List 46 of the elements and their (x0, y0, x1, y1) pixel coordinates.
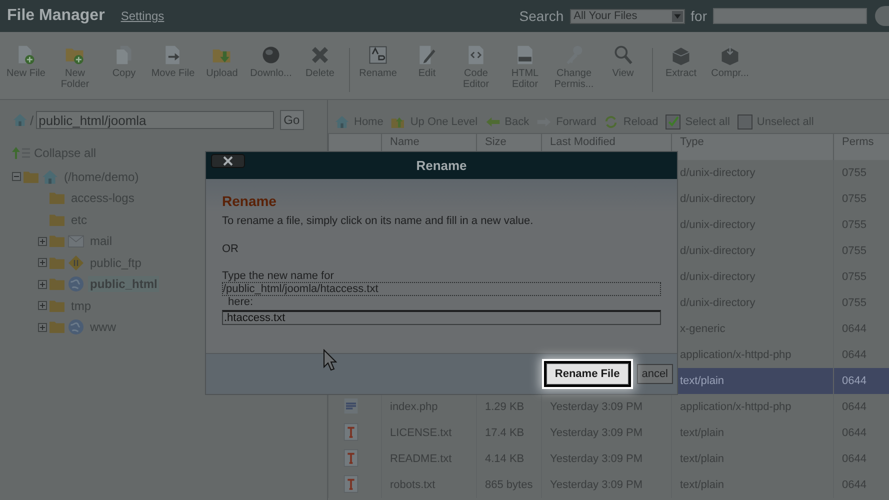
path-field[interactable]: public_html/joomla (36, 111, 274, 129)
close-button[interactable] (211, 154, 245, 168)
here-label: here: (227, 296, 254, 308)
file-perms: 0644 (842, 375, 866, 387)
close-icon (223, 156, 233, 166)
minus-box-icon[interactable] (12, 172, 21, 182)
plus-box-icon[interactable] (38, 301, 47, 310)
text-file-icon (341, 474, 361, 494)
path-separator: / (30, 112, 34, 128)
text-file-icon (341, 448, 361, 468)
house-icon (334, 114, 350, 130)
diamond-icon (67, 254, 85, 272)
search-label: Search (519, 8, 564, 24)
house-icon (12, 112, 28, 128)
or-text: OR (222, 243, 240, 255)
globe-icon (67, 318, 85, 336)
plus-box-icon[interactable] (38, 322, 47, 332)
prompt-text: Type the new name for (222, 270, 335, 282)
reload-icon (603, 114, 620, 130)
round-button-icon[interactable] (875, 6, 889, 26)
current-path: /public_html/joomla/htaccess.txt (222, 282, 661, 296)
settings-link[interactable]: Settings (120, 9, 164, 23)
house-icon (41, 168, 59, 186)
caret-icon (672, 10, 683, 22)
box-icon (719, 44, 741, 66)
collapse-icon (12, 146, 30, 160)
sphere-icon (260, 44, 282, 66)
for-label: for (690, 8, 707, 24)
dialog-heading: Rename (222, 193, 278, 209)
plus-box-icon[interactable] (38, 258, 47, 268)
new-name-field[interactable]: .htaccess.txt (222, 310, 661, 325)
document-letters-icon (367, 44, 389, 66)
instruction-text: To rename a file, simply click on its name and fill in a new value. (222, 215, 534, 227)
search-icon (612, 44, 634, 66)
app-title: File Manager (7, 7, 105, 25)
plus-box-icon[interactable] (38, 236, 47, 246)
go-button[interactable]: Go (280, 110, 304, 130)
globe-icon (67, 275, 85, 294)
text-file-icon (341, 422, 361, 442)
dialog-title: Rename (416, 158, 467, 173)
search-scope-dropdown[interactable]: All Your Files (570, 8, 685, 24)
delete-icon (309, 44, 331, 66)
search-field[interactable] (713, 8, 867, 24)
plus-box-icon[interactable] (38, 280, 47, 289)
file-type: text/plain (680, 375, 724, 387)
dialog-button[interactable]: ancel (636, 364, 673, 384)
